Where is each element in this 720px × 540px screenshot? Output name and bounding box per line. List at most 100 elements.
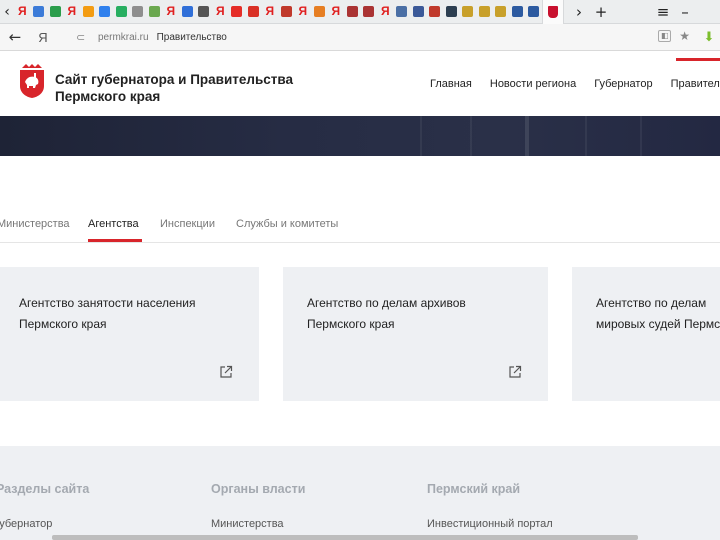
nav-item-government[interactable]: Правительство (671, 78, 720, 90)
browser-tab[interactable] (311, 0, 328, 24)
perm-emblem-icon (548, 5, 558, 18)
site-title[interactable]: Сайт губернатора и Правительства Пермско… (55, 71, 315, 105)
browser-tab[interactable] (427, 0, 444, 24)
browser-tab[interactable]: Я (328, 0, 345, 24)
agency-card[interactable]: Агентство занятости населения Пермского … (0, 267, 259, 401)
tab-services-committees[interactable]: Службы и комитеты (236, 218, 338, 230)
bookmark-star-icon[interactable]: ★ (679, 29, 690, 43)
check-icon (148, 6, 160, 17)
perm-coat-of-arms-icon[interactable] (19, 64, 45, 98)
nav-active-indicator (676, 58, 720, 61)
agency-card-title-line1: Агентство по делам архивов (307, 296, 466, 310)
emblem-icon (396, 6, 408, 17)
tab-list: ЯЯЯЯЯЯЯЯ (14, 0, 542, 24)
external-link-icon[interactable] (508, 365, 522, 379)
back-button[interactable]: ← (0, 28, 30, 46)
bird-icon (462, 6, 474, 17)
browser-tab[interactable] (344, 0, 361, 24)
agency-card-title: Агентство по делам мировых судей Пермско… (596, 293, 720, 335)
browser-tab[interactable]: Я (64, 0, 81, 24)
blue-square-icon (33, 6, 45, 17)
browser-tab[interactable] (97, 0, 114, 24)
browser-tab[interactable] (394, 0, 411, 24)
yandex-icon: Я (67, 4, 77, 18)
browser-tab[interactable]: Я (163, 0, 180, 24)
extension-icon[interactable]: ⬇ (700, 27, 718, 47)
browser-tab[interactable] (146, 0, 163, 24)
hero-banner (0, 116, 720, 156)
footer-link-ministries[interactable]: Министерства (211, 518, 284, 530)
browser-tab[interactable] (196, 0, 213, 24)
footer-heading-sections: Разделы сайта (0, 482, 90, 496)
browser-tab[interactable] (493, 0, 510, 24)
tab-agencies[interactable]: Агентства (88, 218, 139, 230)
external-link-icon[interactable] (219, 365, 233, 379)
tab-ministries[interactable]: Министерства (0, 218, 70, 230)
browser-tab[interactable] (31, 0, 48, 24)
nav-item-governor[interactable]: Губернатор (594, 78, 652, 90)
horizontal-scrollbar[interactable] (52, 535, 638, 540)
agency-card-title: Агентство занятости населения Пермского … (19, 293, 249, 335)
tabs-scroll-right-icon[interactable]: › (568, 0, 590, 24)
blue-icon (181, 6, 193, 17)
browser-tab[interactable] (410, 0, 427, 24)
browser-tab[interactable] (229, 0, 246, 24)
emblem-icon (412, 6, 424, 17)
menu-icon[interactable]: ≡ (652, 0, 674, 24)
browser-tab[interactable]: Я (295, 0, 312, 24)
url-field[interactable]: ⊂ permkrai.ru Правительство ◧ ★ (76, 27, 694, 48)
bird-icon (478, 6, 490, 17)
browser-tab[interactable] (80, 0, 97, 24)
footer-link-investment-portal[interactable]: Инвестиционный портал (427, 518, 553, 530)
yandex-icon: Я (17, 4, 27, 18)
url-page-title: Правительство (156, 32, 227, 43)
browser-tab[interactable]: Я (14, 0, 31, 24)
site-header: Сайт губернатора и Правительства Пермско… (0, 52, 720, 116)
grid-icon (346, 6, 358, 17)
footer-link-governor[interactable]: Губернатор (0, 518, 52, 530)
agency-card-title: Агентство по делам архивов Пермского кра… (307, 293, 537, 335)
bird-icon (495, 6, 507, 17)
agency-card[interactable]: Агентство по делам мировых судей Пермско… (572, 267, 720, 401)
browser-tab[interactable] (443, 0, 460, 24)
browser-tab[interactable] (47, 0, 64, 24)
browser-tab[interactable] (526, 0, 543, 24)
tab-active[interactable] (542, 0, 564, 24)
browser-tab[interactable] (245, 0, 262, 24)
connection-icon[interactable]: ⊂ (76, 31, 88, 44)
agency-card-title-line1: Агентство занятости населения (19, 296, 196, 310)
red-icon (247, 6, 259, 17)
site-footer: Разделы сайта Органы власти Пермский кра… (0, 446, 720, 540)
minimize-icon[interactable]: – (674, 0, 696, 24)
nav-item-home[interactable]: Главная (430, 78, 472, 90)
tabs-scroll-left-icon[interactable]: ‹ (0, 0, 14, 24)
address-bar: ← Я ⊂ permkrai.ru Правительство ◧ ★ (0, 24, 720, 51)
main-nav: Главная Новости региона Губернатор Прави… (430, 78, 720, 90)
browser-tab[interactable]: Я (377, 0, 394, 24)
browser-tab[interactable] (509, 0, 526, 24)
agency-card-title-line2: Пермского края (19, 317, 107, 331)
reader-mode-icon[interactable]: ◧ (658, 30, 672, 42)
browser-tab[interactable] (361, 0, 378, 24)
agency-card[interactable]: Агентство по делам архивов Пермского кра… (283, 267, 548, 401)
browser-tab[interactable] (113, 0, 130, 24)
browser-tab[interactable] (476, 0, 493, 24)
footer-heading-region: Пермский край (427, 482, 521, 496)
url-host: permkrai.ru (98, 32, 149, 43)
new-tab-button[interactable]: + (590, 0, 612, 24)
browser-tab[interactable] (278, 0, 295, 24)
browser-tab[interactable] (460, 0, 477, 24)
site-title-line1: Сайт губернатора и Правительства (55, 72, 294, 87)
browser-tab[interactable]: Я (212, 0, 229, 24)
tab-active-indicator (88, 239, 142, 242)
yandex-home-button[interactable]: Я (30, 30, 56, 45)
orange-icon (82, 6, 94, 17)
yandex-icon: Я (298, 4, 308, 18)
tab-inspections[interactable]: Инспекции (160, 218, 215, 230)
browser-tab[interactable] (179, 0, 196, 24)
browser-tab[interactable] (130, 0, 147, 24)
nav-item-news[interactable]: Новости региона (490, 78, 576, 90)
browser-tab[interactable]: Я (262, 0, 279, 24)
footer-heading-authorities: Органы власти (211, 482, 306, 496)
